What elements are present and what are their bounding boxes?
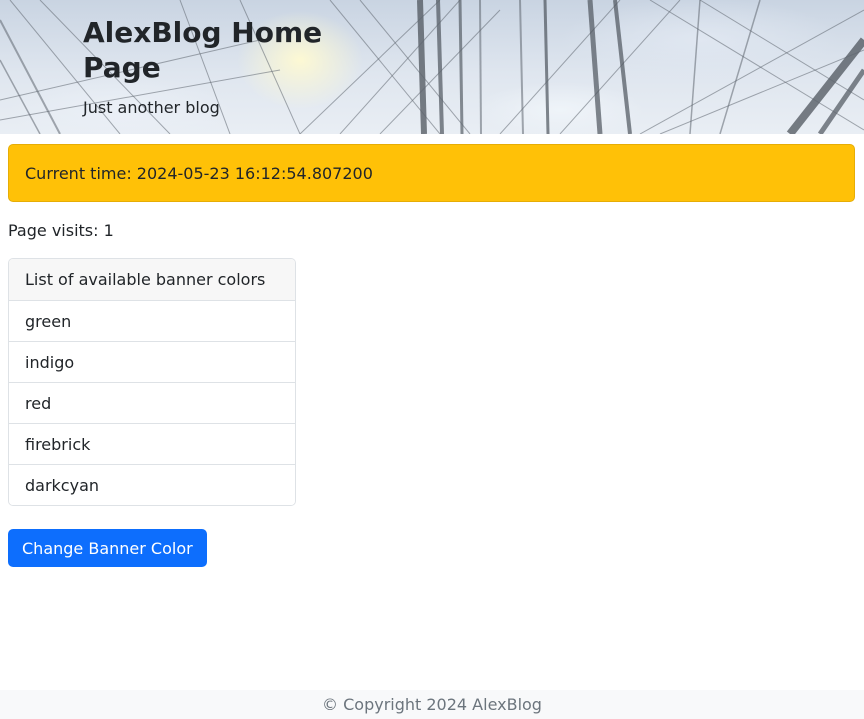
- list-item: firebrick: [9, 423, 295, 464]
- list-item: darkcyan: [9, 464, 295, 505]
- color-name: darkcyan: [25, 475, 100, 495]
- banner-color-list: List of available banner colors green in…: [8, 258, 296, 506]
- header-banner: AlexBlog Home Page Just another blog: [0, 0, 864, 134]
- footer: © Copyright 2024 AlexBlog: [0, 690, 864, 719]
- banner-color-list-header: List of available banner colors: [9, 259, 295, 300]
- banner-text: AlexBlog Home Page Just another blog: [83, 15, 343, 118]
- site-title: AlexBlog Home Page: [83, 16, 323, 84]
- list-item: indigo: [9, 341, 295, 382]
- color-name: green: [25, 311, 72, 331]
- page: AlexBlog Home Page Just another blog Cur…: [0, 0, 864, 719]
- list-item: green: [9, 300, 295, 341]
- color-name: indigo: [25, 352, 75, 372]
- page-visits-text: Page visits: 1: [8, 221, 114, 240]
- current-time-text: Current time: 2024-05-23 16:12:54.807200: [25, 163, 373, 183]
- list-item: red: [9, 382, 295, 423]
- current-time-alert: Current time: 2024-05-23 16:12:54.807200: [8, 144, 855, 202]
- banner-color-list-header-text: List of available banner colors: [25, 270, 266, 289]
- site-tagline: Just another blog: [83, 98, 220, 117]
- copyright-text: © Copyright 2024 AlexBlog: [322, 695, 542, 714]
- change-banner-color-button[interactable]: Change Banner Color: [8, 529, 207, 567]
- color-name: red: [25, 393, 52, 413]
- color-name: firebrick: [25, 434, 91, 454]
